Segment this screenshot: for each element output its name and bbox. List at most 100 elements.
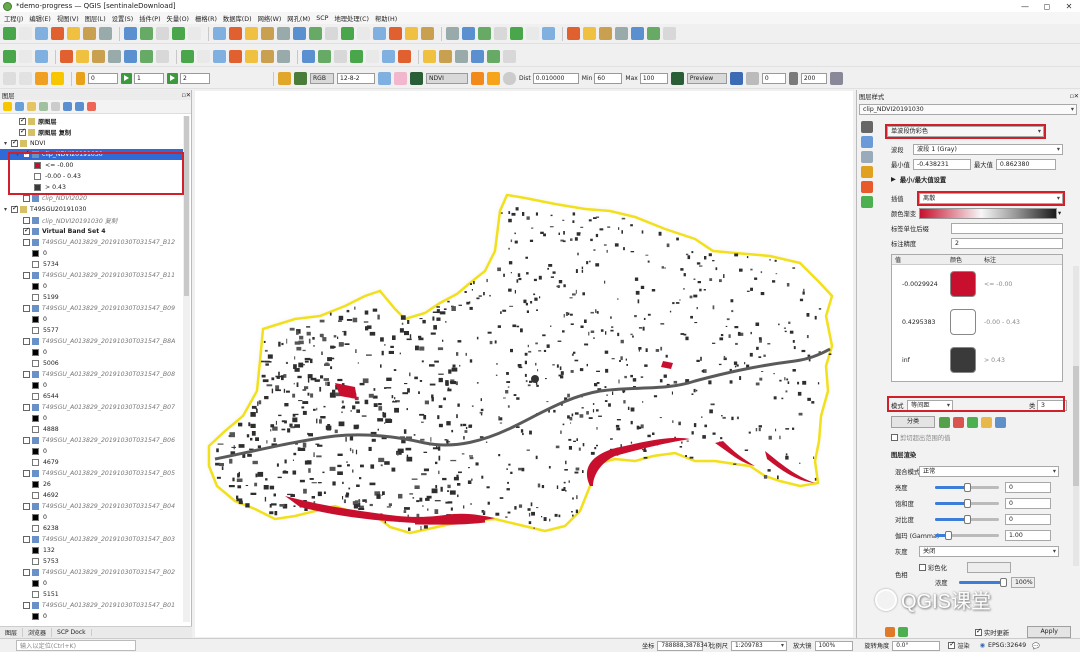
toolbar-tool-icon[interactable]: [67, 27, 80, 40]
toolbar-tool-icon[interactable]: [124, 27, 137, 40]
strength-field[interactable]: 100%: [1011, 577, 1035, 588]
toolbar-tool-icon[interactable]: [261, 27, 274, 40]
legend-entry[interactable]: 0: [0, 413, 47, 424]
expand-all-icon[interactable]: [63, 102, 72, 111]
toolbar-tool-icon[interactable]: [245, 50, 258, 63]
toolbar-tool-icon[interactable]: [302, 50, 315, 63]
class-label[interactable]: -0.00 - 0.43: [984, 319, 1020, 326]
contrast-slider[interactable]: [935, 515, 999, 524]
toolbar-tool-icon[interactable]: [156, 27, 169, 40]
classify-button[interactable]: 分类: [891, 416, 935, 428]
crs-icon[interactable]: ◉: [980, 642, 985, 649]
toolbar-tool-icon[interactable]: [309, 27, 322, 40]
zoom-band-icon[interactable]: [294, 72, 307, 85]
legend-entry[interactable]: 0: [0, 611, 47, 622]
grayscale-combo[interactable]: 关闭: [919, 546, 1059, 557]
panel-float-close-icon[interactable]: ▫✕: [181, 92, 191, 99]
layer-visibility-checkbox[interactable]: [19, 116, 26, 125]
band-combo[interactable]: 波段 1 (Gray): [913, 144, 1063, 155]
toolbar-tool-icon[interactable]: [229, 27, 242, 40]
menu-item[interactable]: 插件(P): [139, 14, 160, 23]
rgb-combo[interactable]: RGB: [310, 73, 334, 84]
ramp-dropdown-icon[interactable]: ▾: [1058, 210, 1061, 217]
band-spin-2[interactable]: 1: [134, 73, 164, 84]
brightness-slider[interactable]: [935, 483, 999, 492]
clip-out-of-range-checkbox[interactable]: [891, 434, 898, 441]
class-label[interactable]: <= -0.00: [984, 281, 1012, 288]
roi-icon[interactable]: [471, 72, 484, 85]
menu-item[interactable]: 图层(L): [85, 14, 106, 23]
strength-slider[interactable]: [959, 578, 1007, 587]
layer-item[interactable]: T49SGU_A013829_20191030T031547_B07: [0, 402, 175, 413]
toolbar-tool-icon[interactable]: [334, 50, 347, 63]
toolbar-tool-icon[interactable]: [245, 27, 258, 40]
toolbar-tool-icon[interactable]: [3, 50, 16, 63]
menu-item[interactable]: 工程(J): [4, 14, 23, 23]
toolbar-tool-icon[interactable]: [357, 27, 370, 40]
toolbar-tool-icon[interactable]: [421, 27, 434, 40]
menu-item[interactable]: SCP: [316, 15, 328, 22]
toolbar-tool-icon[interactable]: [478, 27, 491, 40]
layer-visibility-checkbox[interactable]: [23, 239, 30, 246]
crs-label[interactable]: EPSG:32649: [988, 642, 1026, 649]
layer-selector[interactable]: clip_NDVI20191030: [859, 104, 1077, 115]
toolbar-tool-icon[interactable]: [51, 27, 64, 40]
toolbar-tool-icon[interactable]: [35, 27, 48, 40]
band-b-icon[interactable]: [394, 72, 407, 85]
histogram-icon[interactable]: [861, 151, 873, 163]
t-field[interactable]: 0: [761, 73, 786, 84]
col-color[interactable]: 颜色: [950, 255, 984, 264]
add-group-icon[interactable]: [15, 102, 24, 111]
minimize-button[interactable]: —: [1014, 2, 1036, 11]
layer-item[interactable]: 原图层: [0, 116, 57, 127]
toolbar-tool-icon[interactable]: [172, 27, 185, 40]
preview-zoom-icon[interactable]: [670, 72, 684, 85]
style-icon[interactable]: [3, 102, 12, 111]
min-field[interactable]: 60: [594, 73, 623, 84]
expression-filter-icon[interactable]: [51, 102, 60, 111]
toolbar-tool-icon[interactable]: [108, 50, 121, 63]
toolbar-tool-icon[interactable]: [389, 27, 402, 40]
toolbar-tool-icon[interactable]: [615, 27, 628, 40]
layer-item[interactable]: T49SGU_A013829_20191030T031547_B8A: [0, 336, 175, 347]
menu-item[interactable]: 栅格(R): [195, 14, 217, 23]
toolbar-tool-icon[interactable]: [277, 50, 290, 63]
toolbar-tool-icon[interactable]: [99, 27, 112, 40]
toolbar-tool-icon[interactable]: [567, 27, 580, 40]
s-field[interactable]: 200: [800, 73, 827, 84]
save-to-file-icon[interactable]: [995, 416, 1006, 428]
unit-suffix-field[interactable]: [951, 223, 1063, 234]
toolbar-tool-icon[interactable]: [494, 27, 507, 40]
toolbar-tool-icon[interactable]: [526, 27, 539, 40]
layer-visibility-checkbox[interactable]: [11, 204, 18, 213]
tab-layers[interactable]: 图层: [0, 628, 24, 637]
maximize-button[interactable]: ◻: [1036, 2, 1058, 11]
color-ramp-selector[interactable]: [919, 208, 1057, 219]
toolbar-tool-icon[interactable]: [462, 27, 475, 40]
history-icon[interactable]: [861, 196, 873, 208]
toolbar-tool-icon[interactable]: [92, 50, 105, 63]
legend-entry[interactable]: 0: [0, 314, 47, 325]
col-label[interactable]: 标注: [984, 255, 996, 264]
coordinate-field[interactable]: 788888,3878347: [657, 640, 711, 651]
layer-item[interactable]: T49SGU_A013829_20191030T031547_B11: [0, 270, 175, 281]
toolbar-tool-icon[interactable]: [277, 27, 290, 40]
legend-entry[interactable]: 132: [0, 545, 55, 556]
apply-button[interactable]: Apply: [1027, 626, 1072, 638]
toolbar-tool-icon[interactable]: [405, 27, 418, 40]
toolbar-tool-icon[interactable]: [140, 27, 153, 40]
toolbar-tool-icon[interactable]: [229, 50, 242, 63]
toolbar-tool-icon[interactable]: [318, 50, 331, 63]
toolbar-tool-icon[interactable]: [398, 50, 411, 63]
layer-item[interactable]: T49SGU_A013829_20191030T031547_B01: [0, 600, 175, 611]
menu-item[interactable]: 数据库(D): [223, 14, 252, 23]
dist-field[interactable]: 0.010000: [532, 73, 579, 84]
rotation-field[interactable]: 0.0°: [892, 640, 941, 651]
menu-item[interactable]: 地理处理(C): [334, 14, 369, 23]
class-color-swatch[interactable]: [950, 309, 976, 335]
class-label[interactable]: > 0.43: [984, 357, 1005, 364]
layer-item[interactable]: ▾ T49SGU20191030: [0, 204, 86, 215]
edit-icon[interactable]: [35, 72, 48, 85]
toolbar-tool-icon[interactable]: [140, 50, 153, 63]
layer-item[interactable]: T49SGU_A013829_20191030T031547_B08: [0, 369, 175, 380]
